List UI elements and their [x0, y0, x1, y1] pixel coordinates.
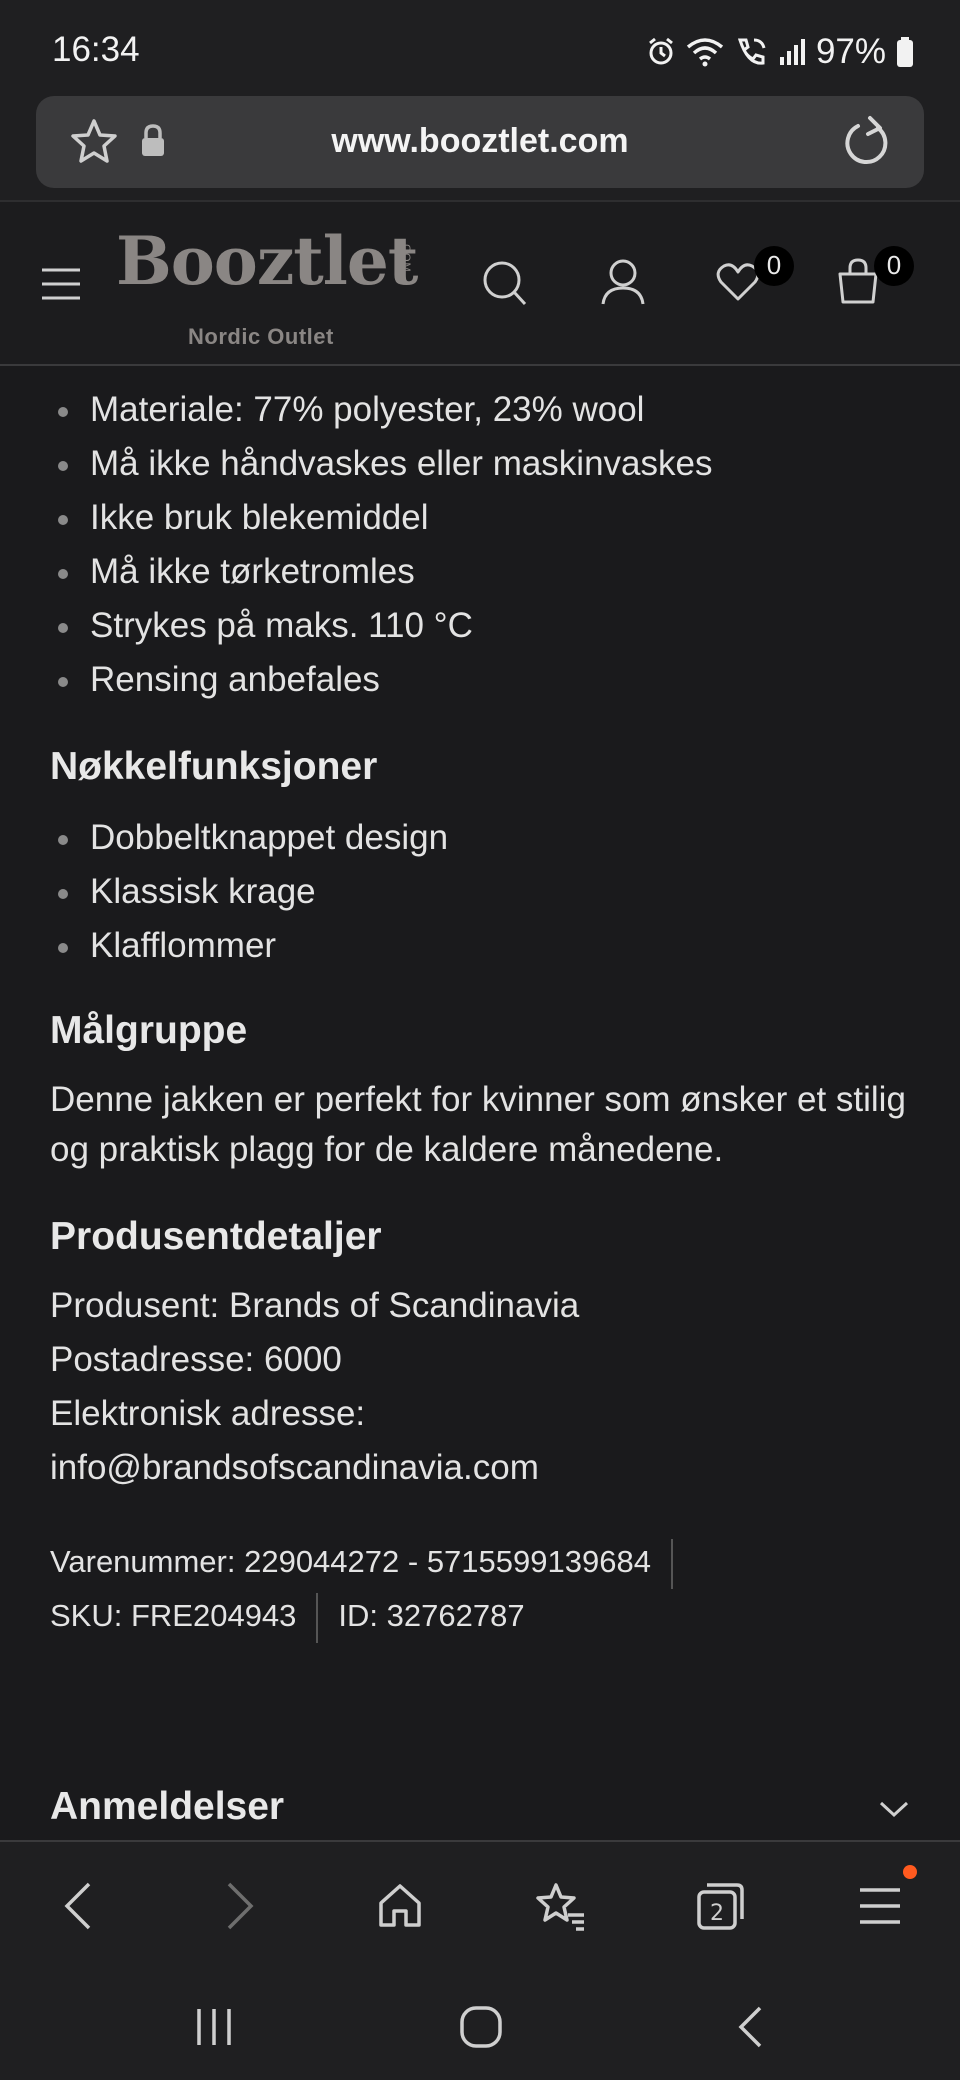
- status-bar: 16:34 97%: [0, 0, 960, 96]
- product-id: ID: 32762787: [338, 1598, 525, 1633]
- item-number: Varenummer: 229044272 - 5715599139684: [50, 1544, 651, 1579]
- account-icon[interactable]: [600, 258, 646, 311]
- manufacturer-name: Produsent: Brands of Scandinavia: [50, 1286, 580, 1325]
- menu-icon[interactable]: [40, 266, 82, 307]
- features-list: Dobbeltknappet design Klassisk krage Kla…: [50, 811, 920, 973]
- audience-heading: Målgruppe: [50, 1009, 248, 1052]
- forward-icon[interactable]: [210, 1876, 270, 1936]
- url-text[interactable]: www.booztlet.com: [36, 122, 924, 161]
- recents-icon[interactable]: [184, 1997, 244, 2057]
- tabs-icon[interactable]: 2: [690, 1876, 750, 1936]
- list-item: Må ikke tørketromles: [50, 545, 920, 599]
- home-icon[interactable]: [451, 1997, 511, 2057]
- list-item: Må ikke håndvaskes eller maskinvaskes: [50, 437, 920, 491]
- site-logo[interactable]: Booztlet .COM Nordic Outlet: [116, 222, 418, 349]
- wishlist-count-badge: 0: [754, 246, 794, 286]
- notification-dot: [903, 1865, 917, 1879]
- manufacturer-heading: Produsentdetaljer: [50, 1215, 382, 1258]
- care-list: Materiale: 77% polyester, 23% wool Må ik…: [50, 383, 920, 707]
- home-icon[interactable]: [370, 1876, 430, 1936]
- manufacturer-details: Produsent: Brands of Scandinavia Postadr…: [50, 1279, 920, 1495]
- menu-icon[interactable]: [850, 1876, 910, 1936]
- signal-icon: [778, 37, 806, 67]
- manufacturer-email-label: Elektronisk adresse:: [50, 1394, 366, 1433]
- manufacturer-email: info@brandsofscandinavia.com: [50, 1448, 539, 1487]
- audience-text: Denne jakken er perfekt for kvinner som …: [50, 1080, 906, 1169]
- tab-count: 2: [710, 1901, 724, 1926]
- address-bar[interactable]: www.booztlet.com: [36, 96, 924, 188]
- product-description: Materiale: 77% polyester, 23% wool Må ik…: [50, 366, 920, 1643]
- manufacturer-postal: Postadresse: 6000: [50, 1340, 342, 1379]
- list-item: Materiale: 77% polyester, 23% wool: [50, 383, 920, 437]
- cart-count-badge: 0: [874, 246, 914, 286]
- product-identifiers: Varenummer: 229044272 - 5715599139684 SK…: [50, 1535, 920, 1643]
- bookmarks-icon[interactable]: [530, 1876, 590, 1936]
- list-item: Ikke bruk blekemiddel: [50, 491, 920, 545]
- search-icon[interactable]: [482, 258, 528, 313]
- divider: [670, 1538, 673, 1589]
- chevron-down-icon[interactable]: [878, 1799, 910, 1824]
- logo-subtitle: Nordic Outlet: [188, 324, 334, 349]
- reviews-accordion[interactable]: Anmeldelser: [50, 1785, 910, 1843]
- sku-id-row: SKU: FRE204943 ID: 32762787: [50, 1589, 920, 1643]
- back-icon[interactable]: [720, 1997, 780, 2057]
- browser-address-area: www.booztlet.com: [0, 96, 960, 200]
- system-nav-bar: [0, 1965, 960, 2080]
- status-time: 16:34: [52, 30, 140, 69]
- battery-percent: 97%: [815, 32, 886, 71]
- list-item: Strykes på maks. 110 °C: [50, 599, 920, 653]
- status-icons: 97%: [646, 30, 914, 74]
- browser-toolbar: 2: [0, 1840, 960, 1965]
- reload-icon[interactable]: [842, 114, 892, 175]
- item-number-row: Varenummer: 229044272 - 5715599139684: [50, 1535, 920, 1589]
- list-item: Dobbeltknappet design: [50, 811, 920, 865]
- wifi-icon: [686, 36, 724, 68]
- reviews-heading: Anmeldelser: [50, 1785, 285, 1828]
- back-icon[interactable]: [48, 1876, 108, 1936]
- alarm-icon: [646, 37, 676, 67]
- divider: [316, 1592, 319, 1643]
- list-item: Klafflommer: [50, 919, 920, 973]
- sku: SKU: FRE204943: [50, 1598, 297, 1633]
- logo-com: .COM: [400, 240, 412, 273]
- wifi-call-icon: [734, 36, 768, 68]
- list-item: Rensing anbefales: [50, 653, 920, 707]
- battery-icon: [896, 36, 914, 68]
- logo-wordmark: Booztlet: [116, 222, 418, 300]
- list-item: Klassisk krage: [50, 865, 920, 919]
- site-header: Booztlet .COM Nordic Outlet 0 0: [0, 200, 960, 366]
- features-heading: Nøkkelfunksjoner: [50, 745, 378, 788]
